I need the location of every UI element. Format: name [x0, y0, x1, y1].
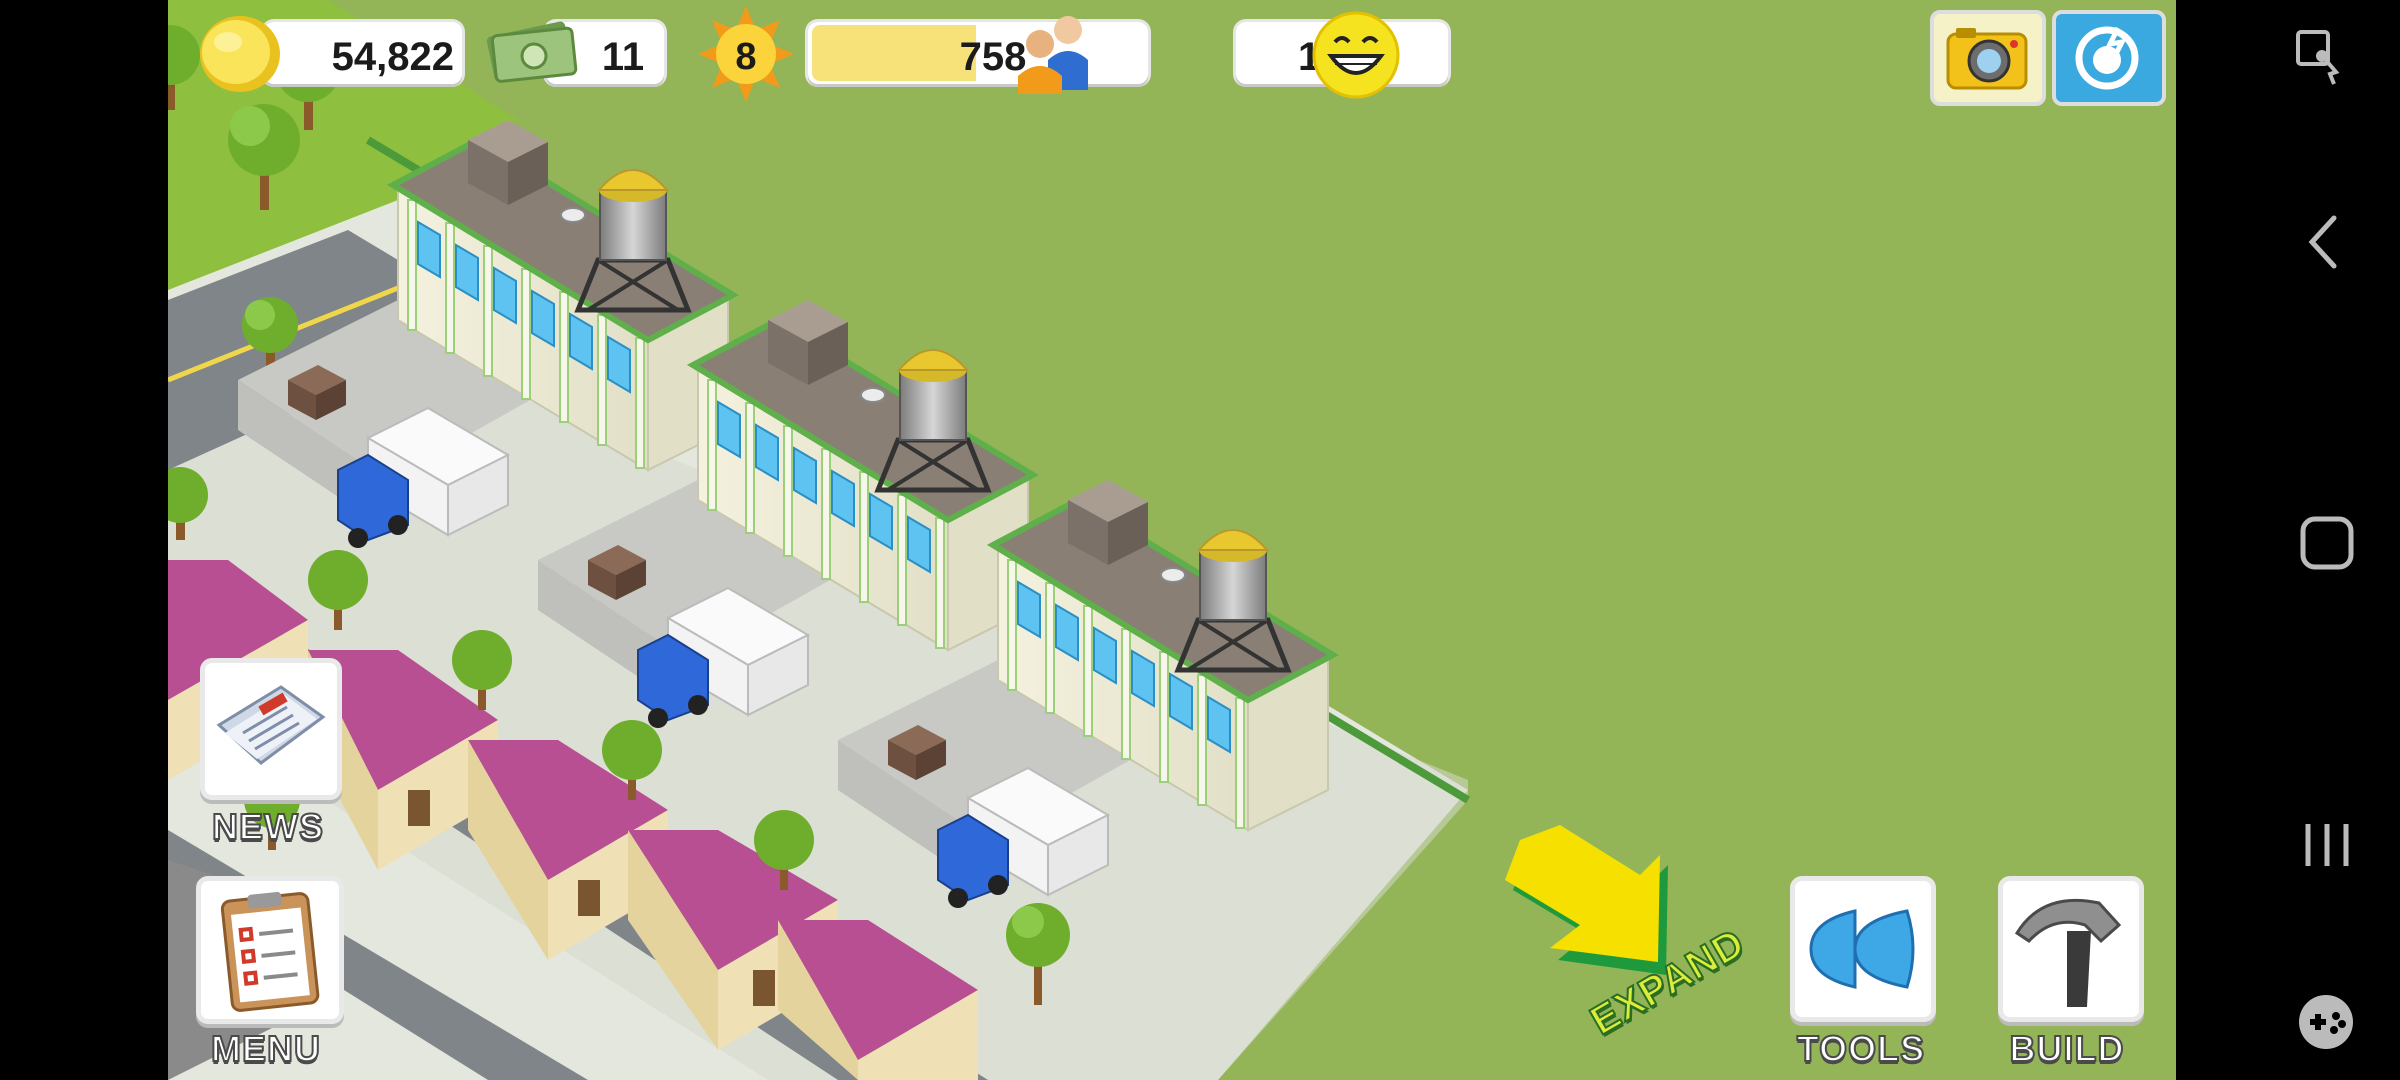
back-icon[interactable]	[2308, 214, 2338, 270]
dollar-bills-icon	[486, 21, 578, 83]
tools-button[interactable]	[1790, 876, 1936, 1022]
hammer-icon	[2014, 898, 2122, 1007]
rewind-icon	[1809, 909, 1915, 989]
social-share-icon	[2075, 26, 2139, 90]
coins-value: 54,822	[331, 35, 454, 79]
gold-coin-icon	[200, 16, 280, 92]
expand-arrow[interactable]	[1505, 825, 1668, 975]
camera-icon	[1946, 28, 2028, 90]
level-value: 8	[735, 36, 757, 78]
game-viewport[interactable]: 54,822 11 8 758 1,360	[168, 0, 2176, 1080]
recent-apps-icon[interactable]	[2302, 820, 2352, 870]
build-label: BUILD	[2009, 1027, 2125, 1070]
cash-value: 11	[601, 35, 645, 79]
screen-capture-icon[interactable]	[2296, 28, 2342, 88]
menu-button[interactable]	[196, 876, 344, 1024]
tools-label: TOOLS	[1796, 1027, 1926, 1070]
home-icon[interactable]	[2300, 516, 2354, 570]
clipboard-icon	[220, 891, 320, 1012]
build-button[interactable]	[1998, 876, 2144, 1022]
news-button[interactable]	[200, 658, 342, 800]
newspaper-icon	[216, 685, 326, 765]
game-tools-icon[interactable]	[2296, 992, 2356, 1052]
menu-label: MENU	[210, 1027, 321, 1070]
news-label: NEWS	[211, 805, 324, 848]
system-navigation-bar	[2176, 0, 2400, 1080]
people-icon	[1018, 16, 1088, 94]
smiley-face-icon[interactable]	[1311, 10, 1401, 100]
